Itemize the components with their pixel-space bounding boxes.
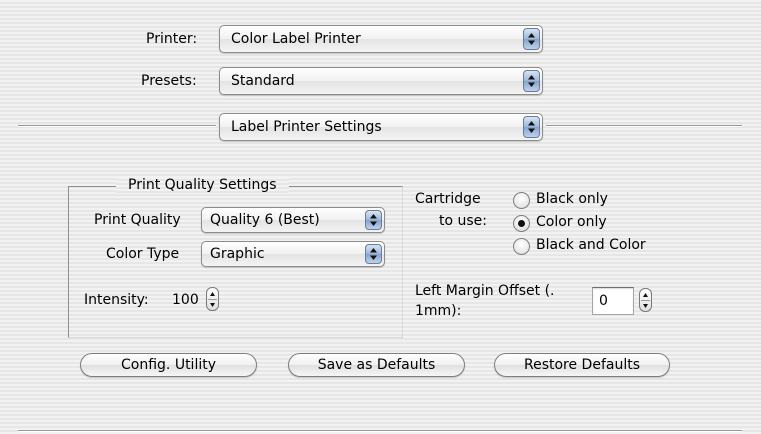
config-utility-button[interactable]: Config. Utility xyxy=(80,353,257,377)
panel-popup[interactable]: Label Printer Settings xyxy=(219,113,543,141)
margin-offset-stepper[interactable] xyxy=(639,288,652,312)
print-quality-label: Print Quality xyxy=(94,212,181,228)
up-down-arrows-icon xyxy=(523,70,540,92)
margin-label-line2: 1mm): xyxy=(415,303,462,319)
color-type-popup[interactable]: Graphic xyxy=(201,241,385,267)
radio-black-only[interactable] xyxy=(513,192,530,209)
up-down-arrows-icon xyxy=(523,28,540,50)
cartridge-label-line2: to use: xyxy=(439,213,488,229)
presets-popup[interactable]: Standard xyxy=(219,67,543,95)
radio-color-only-label[interactable]: Color only xyxy=(536,214,607,230)
up-down-arrows-icon xyxy=(365,210,382,230)
bottom-separator xyxy=(18,430,742,432)
cartridge-label-line1: Cartridge xyxy=(415,191,481,207)
print-quality-popup[interactable]: Quality 6 (Best) xyxy=(201,207,385,233)
printer-label: Printer: xyxy=(146,31,198,47)
radio-color-only[interactable] xyxy=(513,215,530,232)
margin-label-line1: Left Margin Offset (. xyxy=(415,283,555,299)
print-quality-group-title: Print Quality Settings xyxy=(116,177,289,193)
up-down-arrows-icon xyxy=(365,244,382,264)
up-down-arrows-icon xyxy=(523,116,540,138)
separator-left xyxy=(18,125,216,127)
presets-popup-value: Standard xyxy=(231,73,295,89)
restore-defaults-button[interactable]: Restore Defaults xyxy=(494,353,670,377)
save-as-defaults-button[interactable]: Save as Defaults xyxy=(288,353,465,377)
color-type-popup-value: Graphic xyxy=(210,246,265,262)
stepper-arrows-icon xyxy=(210,292,215,307)
printer-popup[interactable]: Color Label Printer xyxy=(219,25,543,53)
radio-black-and-color-label[interactable]: Black and Color xyxy=(536,237,646,253)
intensity-stepper[interactable] xyxy=(206,287,219,311)
intensity-label: Intensity: xyxy=(84,292,149,308)
presets-label: Presets: xyxy=(141,73,197,89)
margin-offset-field[interactable]: 0 xyxy=(592,287,634,315)
stepper-arrows-icon xyxy=(643,293,648,308)
separator-right xyxy=(546,125,742,127)
print-quality-popup-value: Quality 6 (Best) xyxy=(210,212,320,228)
panel-popup-value: Label Printer Settings xyxy=(231,119,382,135)
color-type-label: Color Type xyxy=(106,246,180,262)
radio-black-only-label[interactable]: Black only xyxy=(536,191,608,207)
intensity-value[interactable]: 100 xyxy=(172,292,199,308)
printer-popup-value: Color Label Printer xyxy=(231,31,361,47)
radio-black-and-color[interactable] xyxy=(513,238,530,255)
